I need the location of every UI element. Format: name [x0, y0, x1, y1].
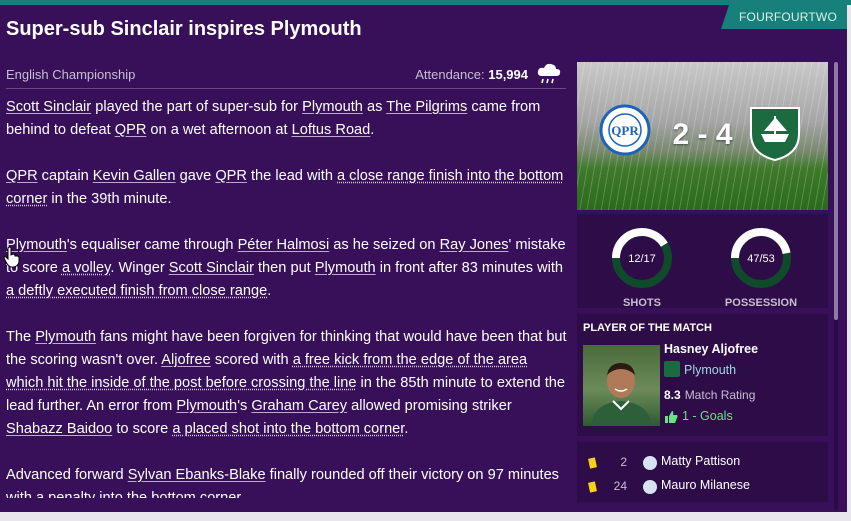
potm-rating: 8.3 Match Rating — [664, 388, 755, 402]
possession-value: 47/53 — [747, 253, 775, 265]
report-text: then put — [253, 260, 315, 276]
player-link[interactable]: Scott Sinclair — [6, 99, 91, 115]
booking-minute: 2 — [620, 455, 627, 469]
stadium-link[interactable]: Loftus Road — [292, 122, 371, 138]
report-text: in the 39th minute. — [47, 191, 172, 207]
report-text: as — [362, 99, 387, 115]
yellow-card-icon — [588, 481, 597, 493]
thumbs-up-icon — [665, 411, 678, 423]
headline: Super-sub Sinclair inspires Plymouth — [6, 18, 362, 40]
plymouth-crest-icon[interactable] — [747, 104, 803, 162]
rating-label: Match Rating — [684, 388, 756, 402]
report-text: scored with — [210, 352, 293, 368]
club-link[interactable]: Plymouth — [302, 99, 363, 115]
shots-value: 12/17 — [628, 253, 656, 265]
match-report-text: Scott Sinclair played the part of super-… — [6, 96, 568, 498]
potm-goals: 1 - Goals — [682, 409, 733, 423]
player-of-the-match[interactable]: PLAYER OF THE MATCH Hasney Aljofree Plym… — [577, 314, 828, 436]
report-text: 's — [237, 398, 252, 414]
scrollbar-thumb[interactable] — [834, 62, 838, 320]
report-text: . — [370, 122, 375, 138]
qpr-badge-icon — [643, 480, 657, 494]
player-link[interactable]: Ray Jones — [440, 237, 509, 253]
yellow-card-icon — [588, 457, 597, 469]
booking-row[interactable]: 2 Matty Pattison — [577, 453, 828, 475]
attendance-label: Attendance: — [415, 67, 485, 82]
possession-label: POSSESSION — [724, 297, 798, 309]
club-link[interactable]: QPR — [115, 122, 147, 138]
report-paragraph: Advanced forward Sylvan Ebanks-Blake fin… — [6, 464, 568, 498]
goal-highlight-link[interactable]: a deftly executed finish from close rang… — [6, 283, 267, 299]
booking-row[interactable]: 24 Mauro Milanese — [577, 477, 828, 499]
plymouth-badge-icon — [664, 361, 680, 377]
source-tag: FOURFOURTWO — [721, 5, 847, 29]
report-text: 's equaliser came through — [66, 237, 238, 253]
possession-stat[interactable]: 47/53 POSSESSION — [706, 222, 816, 309]
report-text: the lead with — [246, 168, 337, 184]
report-text: gave — [175, 168, 216, 184]
club-link[interactable]: Plymouth — [35, 329, 96, 345]
attendance: Attendance: 15,994 — [415, 67, 528, 82]
match-score-banner: QPR 2 - 4 — [577, 62, 828, 210]
report-paragraph: QPR captain Kevin Gallen gave QPR the le… — [6, 165, 568, 211]
goal-highlight-link[interactable]: a penalty into the bottom corner — [36, 490, 240, 498]
player-link[interactable]: Péter Halmosi — [238, 237, 330, 253]
club-link[interactable]: Plymouth — [315, 260, 376, 276]
window-edge — [847, 5, 851, 512]
match-stats: 12/17 SHOTS 47/53 POSSESSION — [577, 214, 828, 309]
potm-club[interactable]: Plymouth — [684, 363, 736, 377]
player-avatar-icon — [591, 363, 652, 426]
report-text: to score — [112, 421, 173, 437]
match-meta-row: English Championship Attendance: 15,994 — [6, 62, 566, 89]
sidebar-scrollbar[interactable] — [834, 62, 838, 510]
competition-label: English Championship — [6, 67, 136, 82]
player-link[interactable]: Aljofree — [161, 352, 210, 368]
report-text: . — [267, 283, 272, 299]
report-paragraph: Plymouth 's equaliser came through Péter … — [6, 234, 568, 303]
potm-title: PLAYER OF THE MATCH — [583, 322, 712, 334]
club-link[interactable]: The Pilgrims — [386, 99, 467, 115]
shots-label: SHOTS — [623, 297, 661, 309]
player-link[interactable]: Shabazz Baidoo — [6, 421, 112, 437]
report-text: . — [404, 421, 409, 437]
report-text: captain — [37, 168, 93, 184]
player-link[interactable]: Sylvan Ebanks-Blake — [128, 467, 266, 483]
potm-player-name[interactable]: Hasney Aljofree — [664, 342, 758, 356]
report-paragraph: The Plymouth fans might have been forgiv… — [6, 326, 568, 441]
report-text: played the part of super-sub for — [91, 99, 303, 115]
rating-value: 8.3 — [664, 388, 681, 402]
shots-stat[interactable]: 12/17 SHOTS — [587, 222, 697, 309]
report-text: Advanced forward — [6, 467, 128, 483]
qpr-badge-icon — [643, 456, 657, 470]
goal-highlight-link[interactable]: a volley — [62, 260, 110, 276]
window-bottom-edge — [0, 512, 851, 521]
player-link[interactable]: Graham Carey — [251, 398, 347, 414]
player-link[interactable]: Kevin Gallen — [93, 168, 176, 184]
attendance-value: 15,994 — [488, 67, 528, 82]
report-text: . — [240, 490, 245, 498]
goal-highlight-link[interactable]: a placed shot into the bottom corner — [172, 421, 404, 437]
booked-player[interactable]: Mauro Milanese — [661, 478, 750, 492]
report-paragraph: Scott Sinclair played the part of super-… — [6, 96, 568, 142]
report-text: allowed promising striker — [347, 398, 512, 414]
report-text: in front after 83 minutes with — [375, 260, 564, 276]
club-link[interactable]: QPR — [215, 168, 247, 184]
rain-cloud-icon — [537, 63, 561, 84]
club-link[interactable]: Plymouth — [176, 398, 237, 414]
club-link[interactable]: QPR — [6, 168, 38, 184]
report-text: as he seized on — [329, 237, 440, 253]
report-text: . Winger — [110, 260, 169, 276]
booked-player[interactable]: Matty Pattison — [661, 454, 740, 468]
hand-cursor-icon — [3, 246, 20, 268]
bookings-list: 2 Matty Pattison 24 Mauro Milanese — [577, 442, 828, 502]
booking-minute: 24 — [613, 479, 627, 493]
player-photo[interactable] — [583, 345, 660, 426]
report-text: on a wet afternoon at — [146, 122, 292, 138]
report-text: The — [6, 329, 36, 345]
player-link[interactable]: Scott Sinclair — [169, 260, 254, 276]
